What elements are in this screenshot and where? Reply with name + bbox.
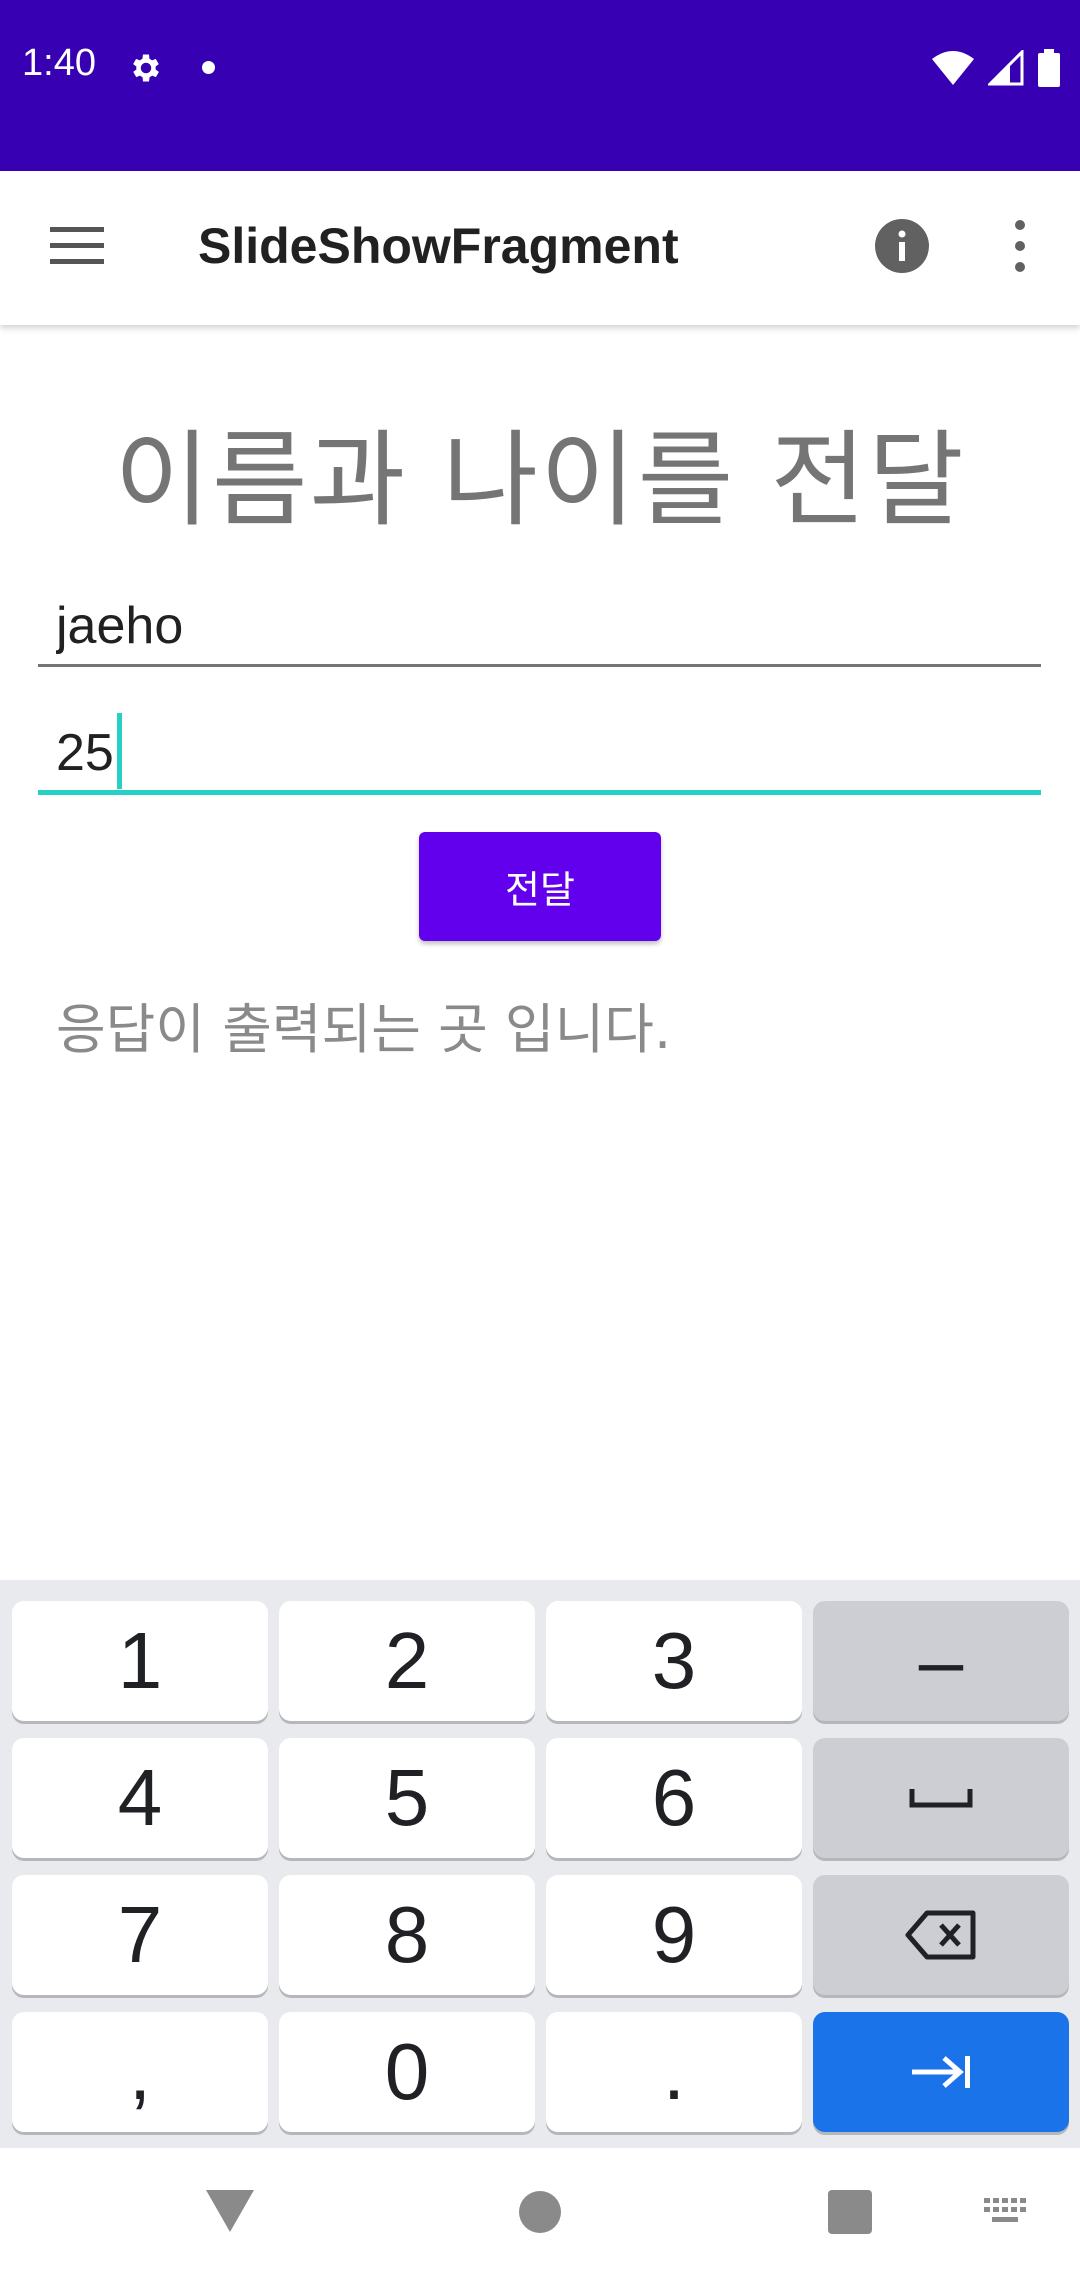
app-bar: SlideShowFragment (0, 171, 1080, 325)
keyboard-switch-icon[interactable] (984, 2198, 1028, 2228)
key-5[interactable]: 5 (279, 1738, 535, 1858)
status-icons (932, 48, 1060, 88)
numeric-keyboard: 1 2 3 – 4 5 6 7 8 9 , 0 . (0, 1580, 1080, 2148)
name-field[interactable] (38, 587, 1041, 667)
key-1[interactable]: 1 (12, 1601, 268, 1721)
main-content: 이름과 나이를 전달 전달 응답이 출력되는 곳 입니다. (0, 325, 1080, 1580)
key-6[interactable]: 6 (546, 1738, 802, 1858)
send-button[interactable]: 전달 (419, 832, 661, 941)
navigation-bar (0, 2148, 1080, 2280)
key-comma[interactable]: , (12, 2012, 268, 2132)
next-key[interactable] (813, 2012, 1069, 2132)
recents-square-icon[interactable] (828, 2190, 872, 2234)
key-3[interactable]: 3 (546, 1601, 802, 1721)
home-circle-icon[interactable] (518, 2190, 562, 2234)
space-key[interactable] (813, 1738, 1069, 1858)
backspace-key[interactable] (813, 1875, 1069, 1995)
back-triangle-icon[interactable] (206, 2190, 254, 2232)
status-time: 1:40 (22, 42, 96, 84)
key-minus[interactable]: – (813, 1601, 1069, 1721)
page-heading: 이름과 나이를 전달 (114, 419, 966, 541)
notification-dot-icon (202, 61, 215, 74)
cellular-signal-icon (988, 50, 1024, 86)
space-icon (909, 1789, 973, 1808)
status-bar: 1:40 (0, 0, 1080, 171)
age-field[interactable] (38, 715, 1041, 795)
key-2[interactable]: 2 (279, 1601, 535, 1721)
wifi-icon (932, 51, 974, 85)
app-title: SlideShowFragment (198, 218, 679, 274)
key-period[interactable]: . (546, 2012, 802, 2132)
tab-next-icon (912, 2056, 970, 2088)
text-cursor (117, 713, 122, 789)
hamburger-menu-icon[interactable] (50, 223, 104, 269)
age-input[interactable] (38, 715, 725, 790)
battery-icon (1038, 49, 1060, 87)
settings-gear-icon (133, 54, 159, 82)
overflow-menu-icon[interactable] (1000, 216, 1040, 276)
key-9[interactable]: 9 (546, 1875, 802, 1995)
backspace-icon (905, 1910, 976, 1960)
response-text: 응답이 출력되는 곳 입니다. (56, 998, 672, 1061)
key-0[interactable]: 0 (279, 2012, 535, 2132)
key-4[interactable]: 4 (12, 1738, 268, 1858)
key-7[interactable]: 7 (12, 1875, 268, 1995)
key-8[interactable]: 8 (279, 1875, 535, 1995)
name-input[interactable] (38, 587, 1041, 664)
info-icon[interactable] (874, 218, 930, 274)
